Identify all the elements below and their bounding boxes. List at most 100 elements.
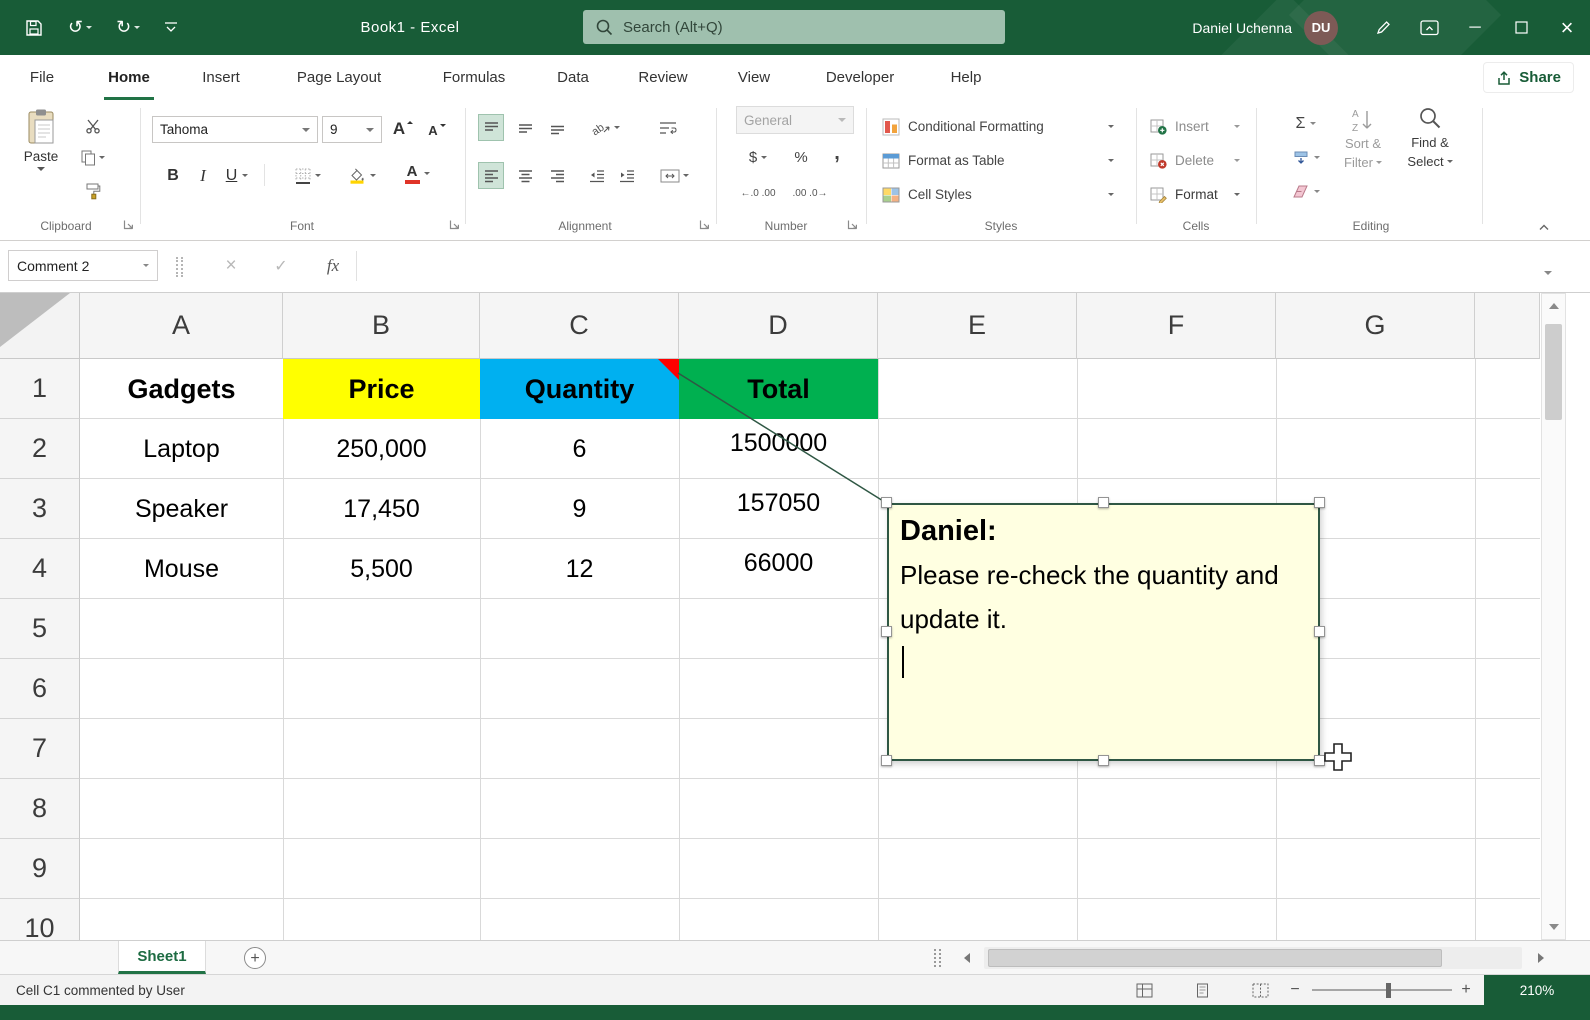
expand-formula-bar-button[interactable] (1544, 262, 1552, 280)
number-format-select[interactable]: General (736, 106, 854, 134)
row-header-8[interactable]: 8 (0, 779, 80, 839)
tab-help[interactable]: Help (940, 55, 992, 100)
row-header-9[interactable]: 9 (0, 839, 80, 899)
orientation-button[interactable]: ab (584, 114, 628, 141)
zoom-in-button[interactable]: + (1454, 975, 1478, 1005)
name-box[interactable]: Comment 2 (8, 250, 158, 281)
tab-insert[interactable]: Insert (192, 55, 250, 100)
zoom-slider-track[interactable] (1312, 989, 1452, 991)
tab-home[interactable]: Home (98, 55, 160, 100)
comment-resize-handle-top-left[interactable] (881, 497, 892, 508)
comment-indicator[interactable] (658, 359, 679, 380)
increase-decimal-button[interactable]: ←.0 .00 (736, 180, 780, 207)
align-right-button[interactable] (544, 162, 570, 189)
align-left-button[interactable] (478, 162, 504, 189)
cell-styles-button[interactable]: Cell Styles (882, 180, 1122, 209)
row-header-5[interactable]: 5 (0, 599, 80, 659)
cell-b3[interactable]: 17,450 (283, 479, 480, 539)
sort-filter-button[interactable]: AZ Sort & Filter (1334, 106, 1392, 172)
scroll-right-button[interactable] (1530, 947, 1552, 969)
formula-input[interactable] (358, 242, 1538, 291)
increase-indent-button[interactable] (614, 162, 640, 189)
cell-b4[interactable]: 5,500 (283, 539, 480, 599)
font-dialog-launcher[interactable] (448, 218, 461, 231)
formula-bar-drag-handle[interactable] (181, 257, 183, 277)
tab-splitter-handle[interactable] (939, 949, 941, 967)
delete-cells-button[interactable]: Delete (1150, 146, 1248, 175)
new-sheet-button[interactable]: + (244, 947, 266, 969)
row-header-1[interactable]: 1 (0, 359, 80, 419)
sheet-tab-sheet1[interactable]: Sheet1 (118, 941, 206, 974)
save-button[interactable] (24, 18, 44, 38)
tab-developer[interactable]: Developer (812, 55, 908, 100)
number-dialog-launcher[interactable] (846, 218, 859, 231)
cell-a4[interactable]: Mouse (80, 539, 283, 599)
bold-button[interactable]: B (160, 162, 186, 189)
formula-bar-drag-handle[interactable] (176, 257, 178, 277)
customize-quick-access-button[interactable] (164, 21, 178, 34)
italic-button[interactable]: I (190, 162, 216, 189)
redo-button[interactable]: ↻ (116, 17, 140, 38)
cell-b2[interactable]: 250,000 (283, 419, 480, 479)
comment-resize-handle-middle-left[interactable] (881, 626, 892, 637)
comment-resize-handle-bottom-middle[interactable] (1098, 755, 1109, 766)
comment-box[interactable]: Daniel: Please re-check the quantity and… (887, 503, 1320, 761)
column-header-partial[interactable] (1475, 293, 1540, 359)
font-name-select[interactable]: Tahoma (152, 116, 318, 143)
format-as-table-button[interactable]: Format as Table (882, 146, 1122, 175)
tab-view[interactable]: View (726, 55, 782, 100)
font-color-button[interactable]: A (396, 160, 438, 187)
cell-c3[interactable]: 9 (480, 479, 679, 539)
vertical-scrollbar[interactable] (1541, 293, 1566, 940)
paste-button[interactable]: Paste (12, 108, 70, 208)
normal-view-button[interactable] (1122, 975, 1166, 1005)
underline-button[interactable]: U (218, 162, 256, 189)
share-button[interactable]: Share (1483, 62, 1574, 93)
cell-c4[interactable]: 12 (480, 539, 679, 599)
ink-pen-button[interactable] (1360, 0, 1406, 55)
align-center-button[interactable] (512, 162, 538, 189)
column-header-d[interactable]: D (679, 293, 878, 359)
decrease-indent-button[interactable] (584, 162, 610, 189)
alignment-dialog-launcher[interactable] (698, 218, 711, 231)
conditional-formatting-button[interactable]: Conditional Formatting (882, 112, 1122, 141)
tab-splitter-handle[interactable] (934, 949, 936, 967)
align-top-button[interactable] (478, 114, 504, 141)
vertical-scrollbar-thumb[interactable] (1545, 324, 1562, 420)
font-size-select[interactable]: 9 (322, 116, 382, 143)
undo-button[interactable]: ↺ (68, 17, 92, 38)
cell-c2[interactable]: 6 (480, 419, 679, 479)
comment-resize-handle-bottom-left[interactable] (881, 755, 892, 766)
clear-button[interactable] (1284, 178, 1328, 205)
page-layout-view-button[interactable] (1180, 975, 1224, 1005)
column-header-c[interactable]: C (480, 293, 679, 359)
enter-button[interactable]: ✓ (262, 250, 300, 281)
page-break-preview-button[interactable] (1238, 975, 1282, 1005)
minimize-button[interactable]: ─ (1452, 0, 1498, 55)
find-select-button[interactable]: Find & Select (1398, 106, 1462, 171)
row-header-6[interactable]: 6 (0, 659, 80, 719)
cell-d4[interactable]: 66000 (679, 533, 878, 593)
zoom-out-button[interactable]: − (1283, 975, 1307, 1005)
decrease-font-size-button[interactable]: A (424, 117, 450, 144)
row-header-4[interactable]: 4 (0, 539, 80, 599)
decrease-decimal-button[interactable]: .00 .0→ (788, 180, 832, 207)
row-header-2[interactable]: 2 (0, 419, 80, 479)
grid[interactable]: Gadgets Price Quantity Total Laptop 250,… (80, 359, 1540, 940)
tab-formulas[interactable]: Formulas (434, 55, 514, 100)
clipboard-dialog-launcher[interactable] (122, 218, 135, 231)
zoom-level[interactable]: 210% (1484, 975, 1590, 1006)
column-header-a[interactable]: A (80, 293, 283, 359)
user-avatar[interactable]: DU (1304, 11, 1338, 45)
column-header-b[interactable]: B (283, 293, 480, 359)
ribbon-display-options-button[interactable] (1406, 0, 1452, 55)
insert-cells-button[interactable]: Insert (1150, 112, 1248, 141)
horizontal-scrollbar[interactable] (984, 947, 1522, 969)
zoom-slider-thumb[interactable] (1386, 983, 1391, 998)
align-bottom-button[interactable] (544, 114, 570, 141)
tab-data[interactable]: Data (546, 55, 600, 100)
align-middle-button[interactable] (512, 114, 538, 141)
tab-file[interactable]: File (18, 55, 66, 100)
increase-font-size-button[interactable]: A (390, 115, 416, 142)
search-box[interactable]: Search (Alt+Q) (583, 10, 1005, 44)
